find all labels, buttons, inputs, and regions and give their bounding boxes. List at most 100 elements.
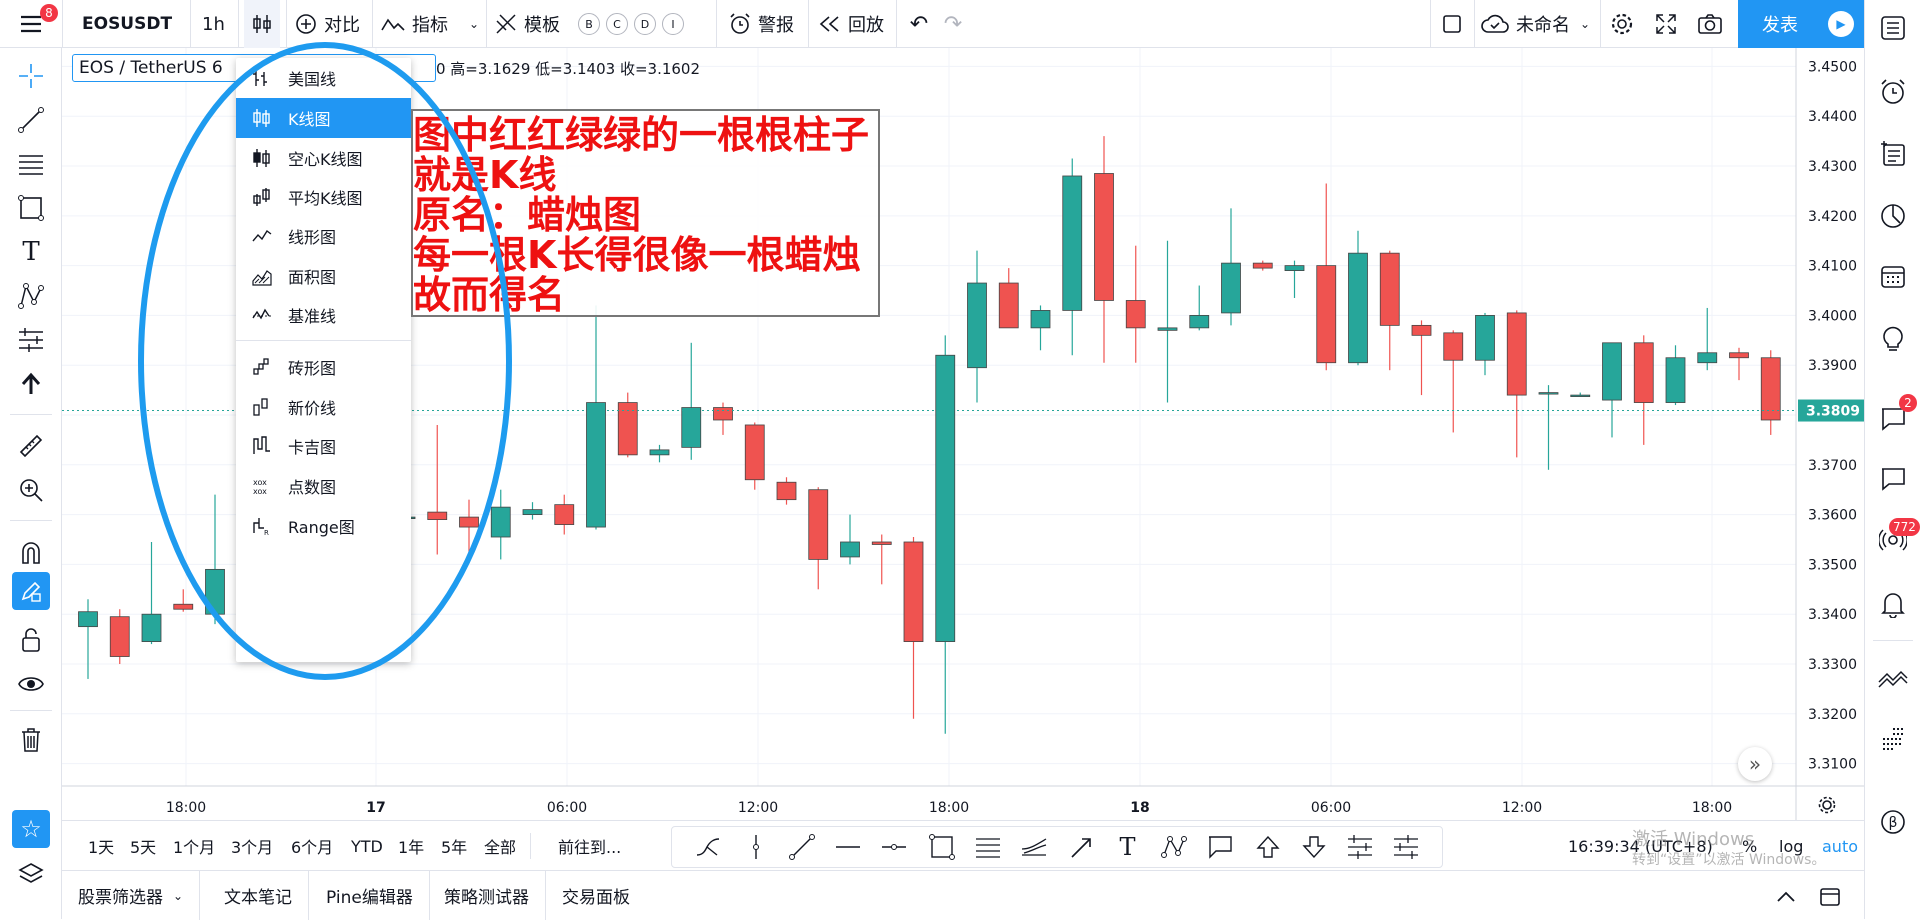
arrow-tool-icon[interactable] xyxy=(1058,827,1105,867)
lock-icon[interactable] xyxy=(0,620,62,660)
templates-button[interactable]: 模板 xyxy=(494,0,560,48)
rectangle-icon[interactable] xyxy=(918,827,965,867)
pattern-tool-icon[interactable] xyxy=(0,276,62,316)
redo-icon[interactable]: ↷ xyxy=(938,0,968,48)
layout-name-button[interactable]: 未命名 ⌄ xyxy=(1480,0,1590,48)
alert-button[interactable]: 警报 xyxy=(728,0,794,48)
zoom-in-icon[interactable] xyxy=(0,470,62,510)
undo-icon[interactable]: ↶ xyxy=(904,0,934,48)
text-tool-icon[interactable]: T xyxy=(0,232,62,272)
camera-icon[interactable] xyxy=(1692,0,1728,48)
calendar-icon[interactable] xyxy=(1865,256,1920,296)
watchlist-icon[interactable] xyxy=(1865,8,1920,48)
range-1y[interactable]: 1年 xyxy=(398,821,424,871)
candle-body xyxy=(1506,312,1527,396)
tab-strategy-tester[interactable]: 策略测试器 xyxy=(428,871,546,920)
y-tick-label: 3.4000 xyxy=(1808,308,1857,324)
trash-icon[interactable] xyxy=(0,720,62,760)
trend-line-icon[interactable] xyxy=(0,100,62,140)
tab-text-notes[interactable]: 文本笔记 xyxy=(208,871,309,920)
candle-body xyxy=(78,611,98,628)
collapse-chart-icon[interactable] xyxy=(1865,658,1920,698)
callout-icon[interactable] xyxy=(1196,827,1243,867)
xabcd-pattern-icon[interactable] xyxy=(1150,827,1197,867)
horizontal-line-icon[interactable] xyxy=(870,827,917,867)
alarm-clock-icon[interactable] xyxy=(1865,72,1920,112)
notifications-bell-icon[interactable] xyxy=(1865,584,1920,624)
last-price-label: 3.3809 xyxy=(1806,404,1860,420)
long-position-icon[interactable] xyxy=(1336,827,1383,867)
range-ytd[interactable]: YTD xyxy=(351,821,383,871)
templates-label: 模板 xyxy=(524,15,560,36)
arrow-mark-down-icon[interactable] xyxy=(1290,827,1337,867)
candle-body xyxy=(1633,342,1654,403)
trend-line-icon[interactable] xyxy=(778,827,825,867)
maximize-panel-icon[interactable] xyxy=(1816,883,1844,911)
goto-date-button[interactable]: 前往到... xyxy=(558,821,621,871)
ruler-icon[interactable] xyxy=(0,426,62,466)
auto-scale-toggle[interactable]: auto xyxy=(1822,821,1858,871)
replay-button[interactable]: 回放 xyxy=(818,0,884,48)
data-window-icon[interactable] xyxy=(1865,134,1920,174)
settings-gear-icon[interactable] xyxy=(1604,0,1640,48)
range-5y[interactable]: 5年 xyxy=(441,821,467,871)
dom-icon[interactable] xyxy=(1865,720,1920,760)
scroll-to-realtime-button[interactable]: » xyxy=(1738,747,1772,781)
favorites-star-icon[interactable]: ☆ xyxy=(12,810,50,848)
pitchfork-icon[interactable] xyxy=(1010,827,1057,867)
fullscreen-layout-icon[interactable] xyxy=(1434,0,1470,48)
ohlc-values: 0 高=3.1629 低=3.1403 收=3.1602 xyxy=(436,60,701,78)
hotlist-icon[interactable] xyxy=(1865,196,1920,236)
brush-icon[interactable] xyxy=(686,827,733,867)
prediction-tool-icon[interactable] xyxy=(0,320,62,360)
rectangle-shape-icon[interactable] xyxy=(0,188,62,228)
symbol-search-button[interactable]: EOSUSDT xyxy=(82,0,172,48)
indicators-dropdown-chevron-icon[interactable]: ⌄ xyxy=(466,0,482,48)
crosshair-icon[interactable] xyxy=(0,56,62,96)
stay-in-drawing-mode-icon[interactable] xyxy=(12,572,50,610)
tab-pine-editor[interactable]: Pine编辑器 xyxy=(310,871,430,920)
layers-icon[interactable] xyxy=(0,854,62,894)
chart-settings-gear-icon[interactable] xyxy=(1812,790,1842,820)
chart-type-button[interactable] xyxy=(244,0,280,48)
messages-icon[interactable] xyxy=(1865,458,1920,498)
y-tick-label: 3.4300 xyxy=(1808,159,1857,175)
range-1m[interactable]: 1个月 xyxy=(173,821,215,871)
interval-button[interactable]: 1h xyxy=(202,0,225,48)
candle-body xyxy=(935,354,956,642)
pill-b[interactable]: B xyxy=(578,13,600,35)
range-3m[interactable]: 3个月 xyxy=(231,821,273,871)
publish-button[interactable]: 发表 ▶ xyxy=(1738,0,1864,48)
text-tool-icon[interactable]: T xyxy=(1104,827,1151,867)
indicators-button[interactable]: 指标 xyxy=(380,0,448,48)
magnet-icon[interactable] xyxy=(0,532,62,572)
collapse-panel-chevron-icon[interactable] xyxy=(1772,883,1800,911)
tab-trading-panel[interactable]: 交易面板 xyxy=(546,871,646,920)
x-tick-label: 18:00 xyxy=(166,800,206,816)
candle-body xyxy=(1348,252,1368,364)
arrow-mark-up-icon[interactable] xyxy=(1244,827,1291,867)
range-all[interactable]: 全部 xyxy=(484,821,516,871)
parallel-channel-icon[interactable] xyxy=(964,827,1011,867)
ideas-lightbulb-icon[interactable] xyxy=(1865,318,1920,358)
range-1d[interactable]: 1天 xyxy=(88,821,114,871)
tab-stock-screener[interactable]: 股票筛选器 ⌄ xyxy=(62,871,201,920)
range-6m[interactable]: 6个月 xyxy=(291,821,333,871)
arrow-up-icon[interactable] xyxy=(0,364,62,404)
short-position-icon[interactable] xyxy=(1382,827,1429,867)
pill-i[interactable]: I xyxy=(662,13,684,35)
pill-d[interactable]: D xyxy=(634,13,656,35)
compare-button[interactable]: 对比 xyxy=(294,0,360,48)
eye-icon[interactable] xyxy=(0,664,62,704)
floating-drawing-toolbar: T xyxy=(671,826,1443,868)
pill-c[interactable]: C xyxy=(606,13,628,35)
expand-arrows-icon[interactable] xyxy=(1648,0,1684,48)
vertical-line-icon[interactable] xyxy=(732,827,779,867)
horizontal-ray-icon[interactable] xyxy=(824,827,871,867)
indicators-label: 指标 xyxy=(412,15,448,36)
candle-body xyxy=(808,489,829,560)
range-5d[interactable]: 5天 xyxy=(130,821,156,871)
fib-lines-icon[interactable] xyxy=(0,144,62,184)
candles-icon xyxy=(253,15,271,33)
beta-features-icon[interactable]: β xyxy=(1865,802,1920,842)
